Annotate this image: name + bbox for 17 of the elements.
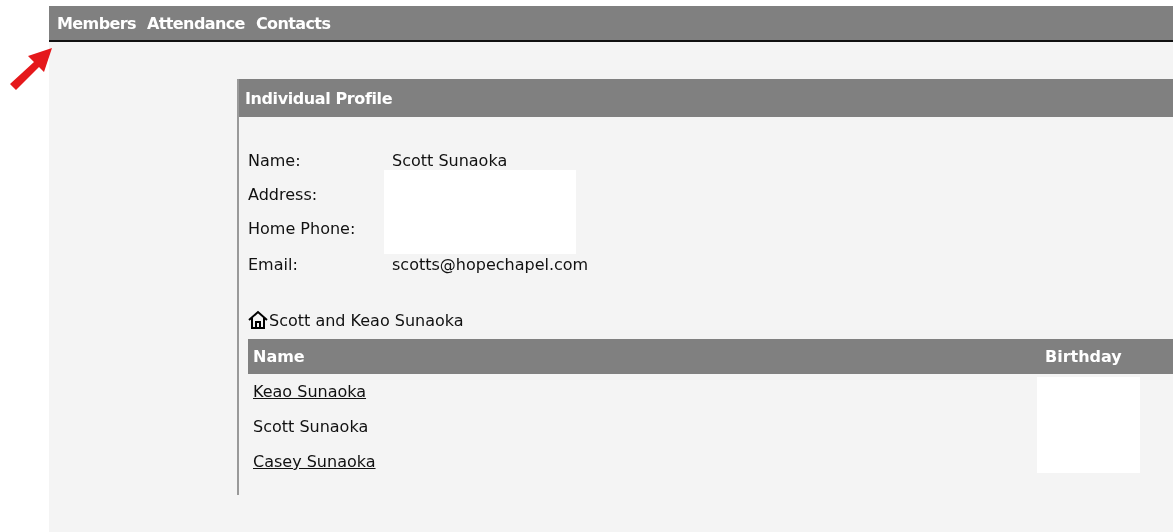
- field-label: Home Phone:: [248, 218, 357, 240]
- nav-link[interactable]: Members: [57, 13, 136, 33]
- field-value: scotts@hopechapel.com: [392, 254, 590, 276]
- nav-link[interactable]: Attendance: [146, 13, 245, 33]
- field-label: Address:: [248, 184, 319, 206]
- house-icon: [248, 310, 268, 330]
- member-link[interactable]: Casey Sunaoka: [253, 452, 376, 471]
- household-name: Scott and Keao Sunaoka: [269, 311, 464, 330]
- column-header: Name: [253, 347, 305, 366]
- member-link[interactable]: Keao Sunaoka: [253, 382, 367, 401]
- table-cell: Scott Sunaoka: [253, 417, 369, 436]
- field-value: Scott Sunaoka: [392, 150, 509, 172]
- field-label: Name:: [248, 150, 302, 172]
- nav-link[interactable]: Contacts: [255, 13, 331, 33]
- column-header: Birthday: [1045, 347, 1123, 366]
- field-label: Email:: [248, 254, 299, 276]
- panel-title: Individual Profile: [239, 79, 1173, 117]
